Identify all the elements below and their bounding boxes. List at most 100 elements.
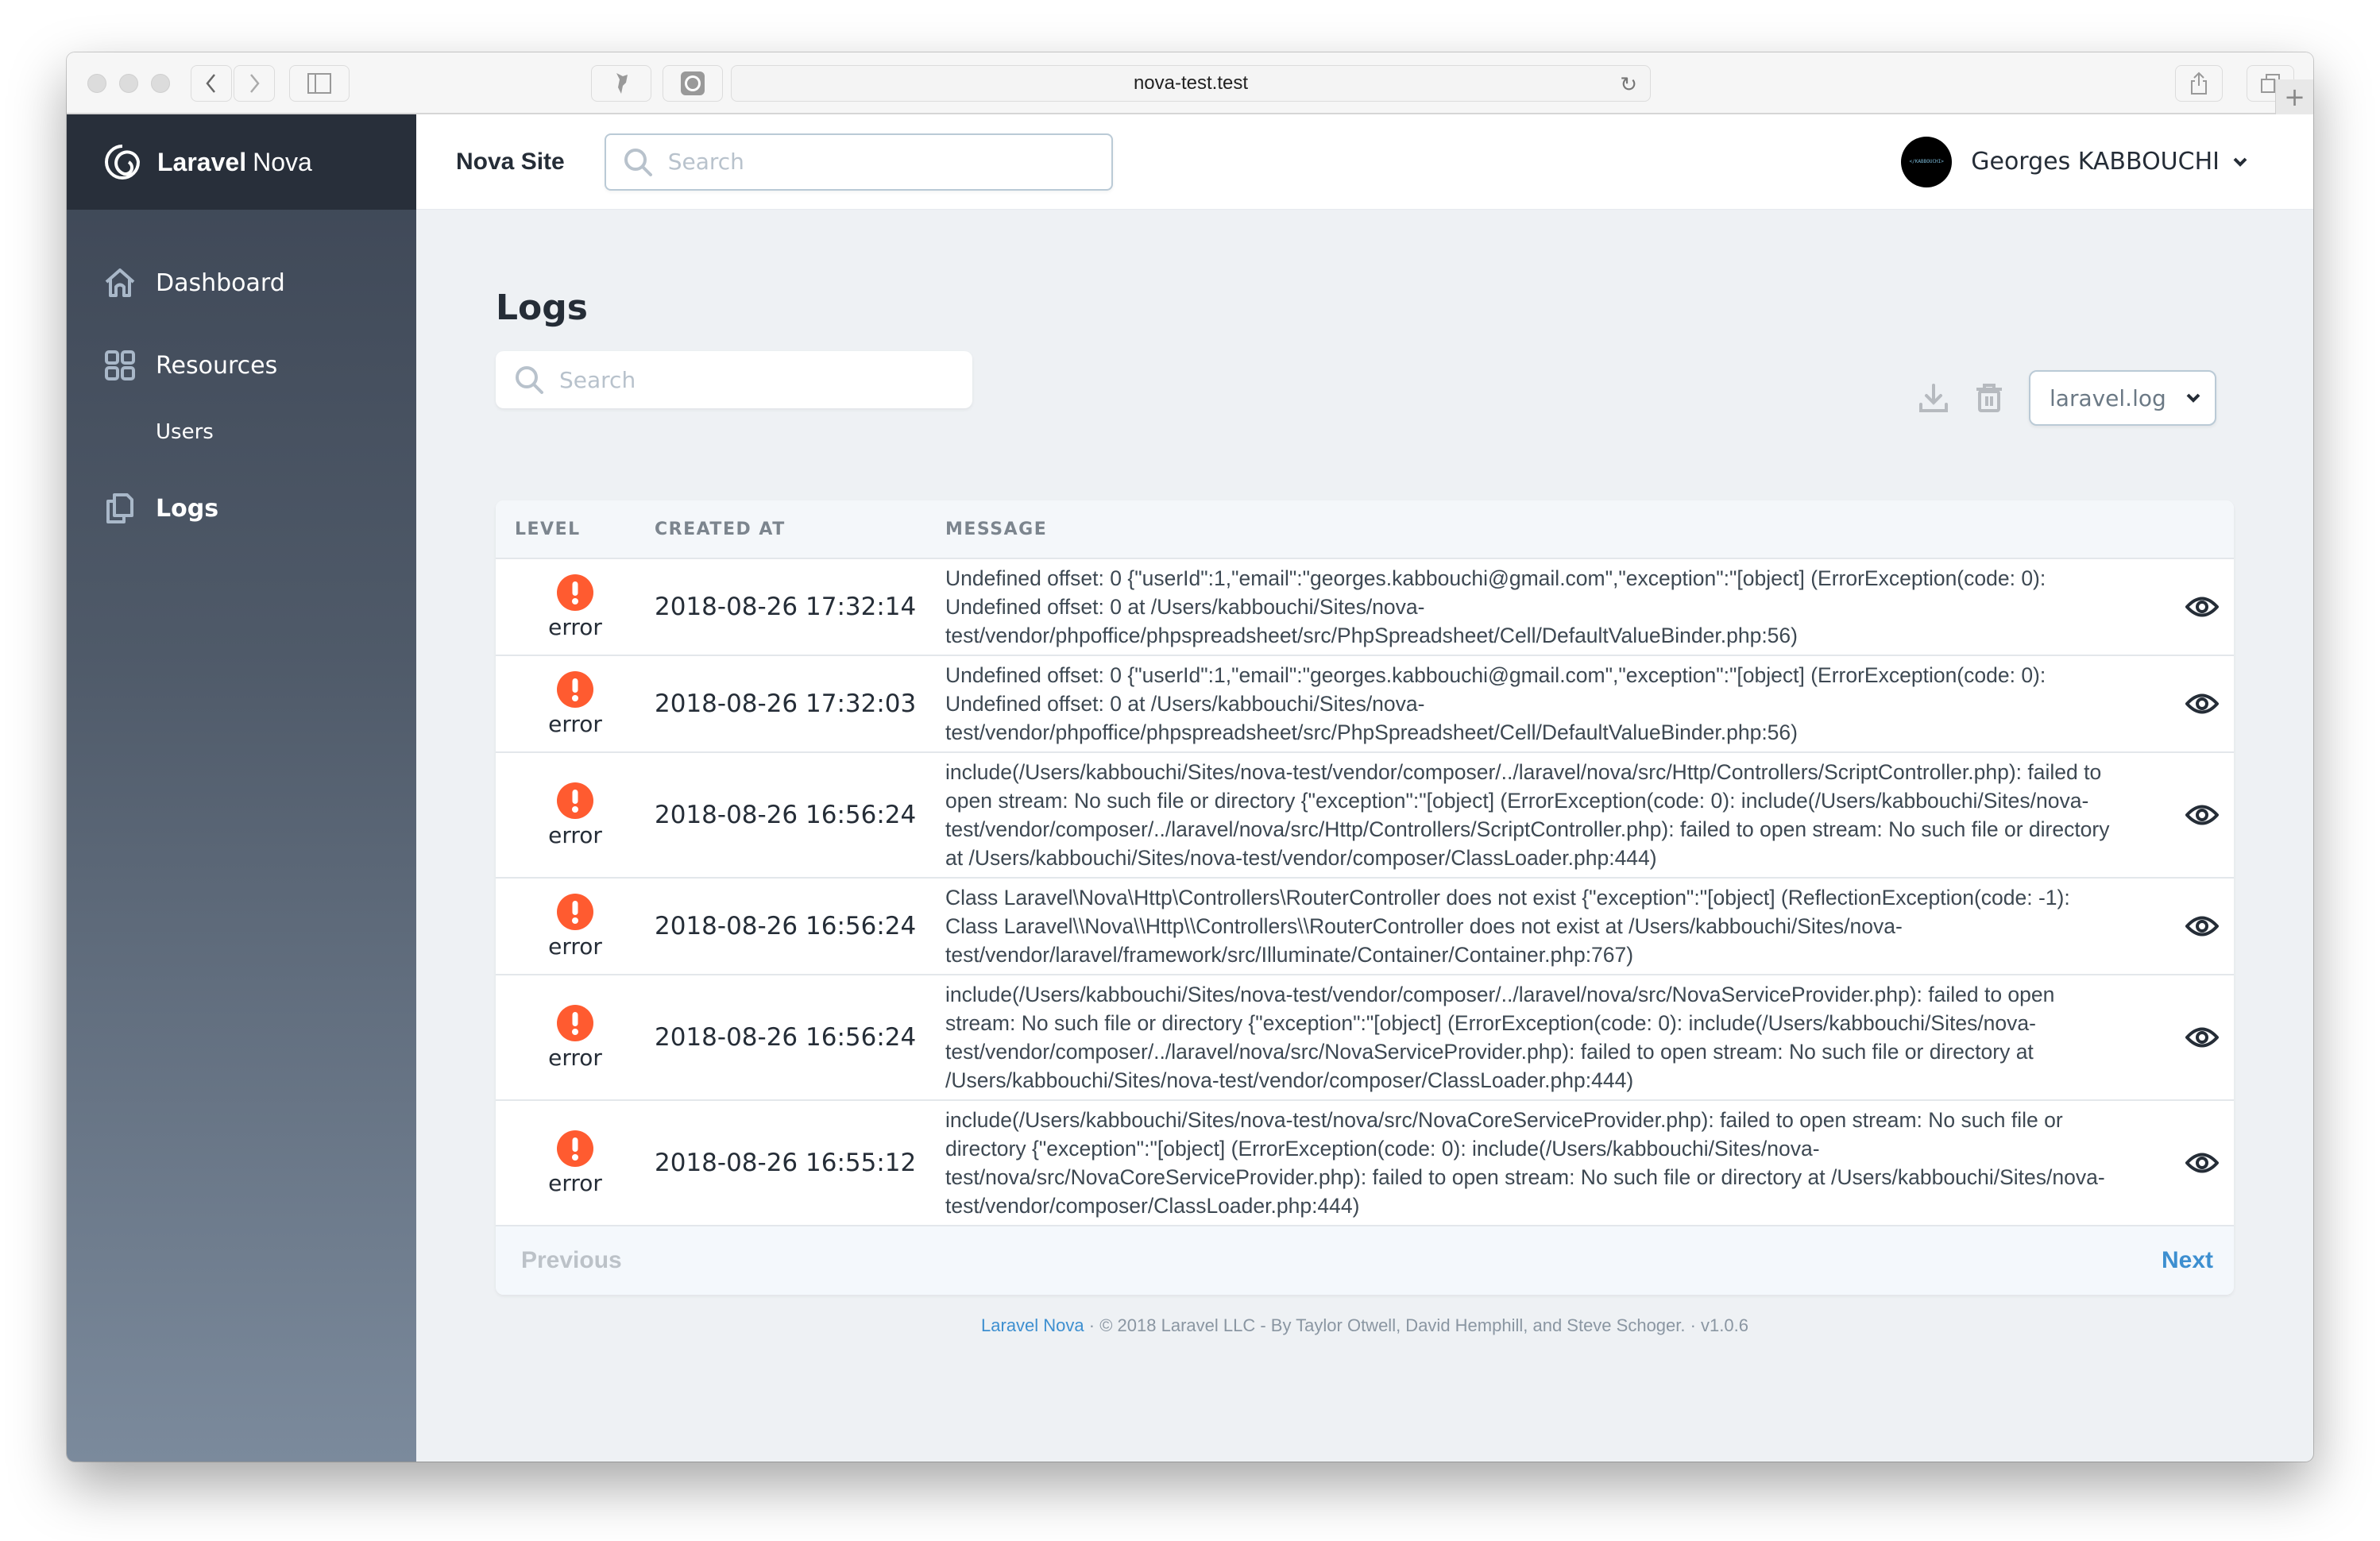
chevron-down-icon bbox=[2233, 157, 2247, 167]
error-icon bbox=[557, 1004, 593, 1041]
footer-nova-link[interactable]: Laravel Nova bbox=[981, 1315, 1084, 1335]
log-level-text: error bbox=[548, 1169, 602, 1196]
sidebar-item-label: Users bbox=[156, 420, 214, 444]
view-log-button[interactable] bbox=[2170, 692, 2234, 716]
log-message: Undefined offset: 0 {"userId":1,"email":… bbox=[945, 566, 2046, 647]
log-message: Class Laravel\Nova\Http\Controllers\Rout… bbox=[945, 886, 2070, 967]
forward-button[interactable] bbox=[234, 65, 275, 102]
page-title: Logs bbox=[496, 288, 588, 328]
next-page-button[interactable]: Next bbox=[2162, 1247, 2213, 1274]
log-level-text: error bbox=[548, 1044, 602, 1071]
log-level-text: error bbox=[548, 710, 602, 737]
footer: Laravel Nova · © 2018 Laravel LLC - By T… bbox=[416, 1315, 2313, 1336]
user-menu[interactable]: </KABBOUCHI> Georges KABBOUCHI bbox=[1901, 136, 2248, 187]
logs-search-input[interactable]: Search bbox=[496, 351, 972, 408]
view-log-button[interactable] bbox=[2170, 1025, 2234, 1049]
url-text: nova-test.test bbox=[1133, 72, 1249, 94]
minimize-window-button[interactable] bbox=[119, 74, 138, 93]
log-created-at: 2018-08-26 17:32:14 bbox=[655, 593, 917, 621]
sidebar-item-label: Logs bbox=[156, 494, 219, 523]
brand-name-light: Nova bbox=[253, 147, 312, 176]
error-icon bbox=[557, 782, 593, 819]
brand-logo[interactable]: Laravel Nova bbox=[67, 114, 416, 210]
record-button[interactable] bbox=[663, 65, 723, 102]
sidebar-toggle-button[interactable] bbox=[289, 65, 350, 102]
address-bar[interactable]: nova-test.test ↻ bbox=[731, 65, 1651, 102]
log-level: error bbox=[496, 1004, 655, 1071]
sidebar-icon bbox=[307, 73, 331, 94]
global-search-input[interactable]: Search bbox=[604, 133, 1113, 191]
sidebar-item-users[interactable]: Users bbox=[67, 407, 416, 458]
column-header-message: MESSAGE bbox=[945, 519, 1048, 539]
error-icon bbox=[557, 670, 593, 708]
download-icon[interactable] bbox=[1918, 382, 1949, 414]
chevron-down-icon bbox=[2186, 393, 2200, 403]
browser-toolbar: nova-test.test ↻ + bbox=[67, 52, 2313, 114]
log-created-at: 2018-08-26 16:55:12 bbox=[655, 1149, 917, 1177]
table-row: error 2018-08-26 16:56:24 include(/Users… bbox=[496, 975, 2234, 1101]
log-message: Undefined offset: 0 {"userId":1,"email":… bbox=[945, 663, 2046, 744]
error-icon bbox=[557, 574, 593, 611]
share-button[interactable] bbox=[2175, 65, 2223, 102]
trash-icon[interactable] bbox=[1973, 382, 2005, 414]
search-icon bbox=[516, 366, 543, 394]
view-log-button[interactable] bbox=[2170, 1151, 2234, 1175]
sidebar-item-label: Resources bbox=[156, 351, 278, 380]
log-tools: laravel.log bbox=[1918, 370, 2216, 426]
record-icon bbox=[681, 71, 705, 95]
view-log-button[interactable] bbox=[2170, 914, 2234, 938]
error-icon bbox=[557, 893, 593, 930]
search-icon bbox=[624, 148, 652, 176]
column-header-level: LEVEL bbox=[515, 519, 581, 539]
log-file-select[interactable]: laravel.log bbox=[2029, 370, 2216, 426]
search-placeholder: Search bbox=[559, 366, 636, 393]
search-placeholder: Search bbox=[667, 149, 744, 175]
log-created-at: 2018-08-26 16:56:24 bbox=[655, 1023, 917, 1052]
chevron-right-icon bbox=[250, 74, 260, 93]
table-body: error 2018-08-26 17:32:14 Undefined offs… bbox=[496, 559, 2234, 1226]
user-name: Georges KABBOUCHI bbox=[1971, 148, 2220, 176]
reload-icon[interactable]: ↻ bbox=[1620, 72, 1637, 97]
table-header: LEVEL CREATED AT MESSAGE bbox=[496, 500, 2234, 559]
eye-icon bbox=[2185, 805, 2219, 825]
eye-icon bbox=[2185, 1027, 2219, 1048]
sidebar-item-logs[interactable]: Logs bbox=[67, 467, 416, 550]
documents-icon bbox=[106, 493, 133, 523]
previous-page-button[interactable]: Previous bbox=[521, 1247, 622, 1274]
column-header-created-at: CREATED AT bbox=[655, 519, 786, 539]
view-log-button[interactable] bbox=[2170, 595, 2234, 619]
brand-name-bold: Laravel bbox=[157, 147, 247, 176]
log-level-text: error bbox=[548, 821, 602, 848]
log-level: error bbox=[496, 782, 655, 848]
eye-icon bbox=[2185, 597, 2219, 617]
new-tab-button[interactable]: + bbox=[2275, 79, 2313, 114]
table-row: error 2018-08-26 17:32:03 Undefined offs… bbox=[496, 656, 2234, 753]
extension-button[interactable] bbox=[591, 65, 651, 102]
log-level: error bbox=[496, 670, 655, 737]
log-created-at: 2018-08-26 16:56:24 bbox=[655, 912, 917, 940]
nova-logo-icon bbox=[105, 145, 141, 180]
table-row: error 2018-08-26 17:32:14 Undefined offs… bbox=[496, 559, 2234, 656]
log-created-at: 2018-08-26 16:56:24 bbox=[655, 801, 917, 829]
pagination: Previous Next bbox=[496, 1226, 2234, 1295]
avatar: </KABBOUCHI> bbox=[1901, 136, 1953, 187]
back-button[interactable] bbox=[191, 65, 232, 102]
site-name[interactable]: Nova Site bbox=[456, 149, 565, 176]
log-level-text: error bbox=[548, 933, 602, 960]
close-window-button[interactable] bbox=[87, 74, 106, 93]
sidebar-item-resources[interactable]: Resources bbox=[67, 324, 416, 407]
share-icon bbox=[2191, 71, 2207, 95]
sidebar-item-dashboard[interactable]: Dashboard bbox=[67, 241, 416, 324]
log-message: include(/Users/kabbouchi/Sites/nova-test… bbox=[945, 1108, 2105, 1218]
zoom-window-button[interactable] bbox=[151, 74, 170, 93]
top-bar: Nova Site Search </KABBOUCHI> Georges KA… bbox=[416, 114, 2313, 210]
chevron-left-icon bbox=[206, 74, 215, 93]
log-level-text: error bbox=[548, 613, 602, 640]
log-created-at: 2018-08-26 17:32:03 bbox=[655, 689, 917, 718]
eye-icon bbox=[2185, 693, 2219, 714]
log-level: error bbox=[496, 893, 655, 960]
view-log-button[interactable] bbox=[2170, 803, 2234, 827]
log-message: include(/Users/kabbouchi/Sites/nova-test… bbox=[945, 760, 2110, 870]
browser-window: nova-test.test ↻ + Laravel Nova Dashboar… bbox=[67, 52, 2313, 1462]
eye-icon bbox=[2185, 916, 2219, 937]
